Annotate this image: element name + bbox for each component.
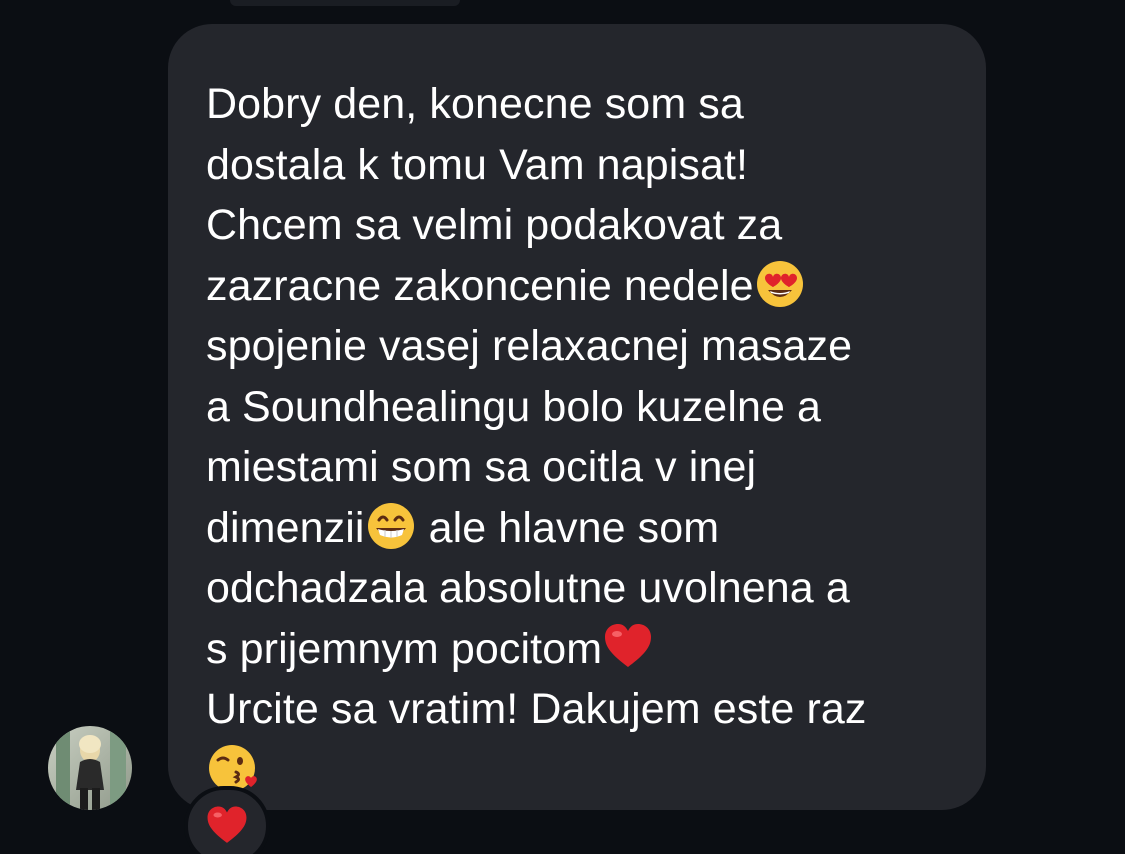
reaction-badge[interactable] bbox=[184, 786, 270, 854]
message-line: spojenie vasej relaxacnej masaze bbox=[206, 322, 853, 370]
message-line-with-emoji: zazracne zakoncenie nedele bbox=[206, 256, 966, 317]
message-line: odchadzala absolutne uvolnena a bbox=[206, 564, 850, 612]
red-heart-emoji-icon bbox=[205, 804, 249, 848]
chat-screen: Dobry den, konecne som sa dostala k tomu… bbox=[0, 0, 1125, 854]
message-line-with-emoji bbox=[206, 740, 966, 801]
message-line-with-emoji: s prijemnym pocitom bbox=[206, 619, 966, 680]
message-bubble[interactable]: Dobry den, konecne som sa dostala k tomu… bbox=[168, 24, 986, 810]
heart-eyes-emoji-icon bbox=[754, 258, 806, 310]
previous-message-edge bbox=[230, 0, 460, 6]
message-line: dostala k tomu Vam napisat! bbox=[206, 140, 749, 189]
message-line: Urcite sa vratim! Dakujem este raz bbox=[206, 685, 867, 733]
grinning-emoji-icon bbox=[365, 500, 417, 552]
message-line: miestami som sa ocitla v inej bbox=[206, 443, 757, 491]
message-line: Dobry den, konecne som sa bbox=[206, 80, 744, 128]
message-line-text: dimenzii bbox=[206, 503, 365, 552]
message-line-with-emoji: dimenzii ale hlavne som bbox=[206, 498, 966, 559]
sender-avatar[interactable] bbox=[48, 726, 132, 810]
red-heart-emoji-icon bbox=[602, 621, 654, 673]
avatar-photo bbox=[48, 726, 132, 810]
message-line: a Soundhealingu bolo kuzelne a bbox=[206, 382, 822, 431]
message-line-text: ale hlavne som bbox=[416, 503, 720, 552]
message-line-text: zazracne zakoncenie nedele bbox=[206, 261, 754, 310]
message-line: Chcem sa velmi podakovat za bbox=[206, 201, 783, 249]
message-line-text: s prijemnym pocitom bbox=[206, 624, 603, 673]
